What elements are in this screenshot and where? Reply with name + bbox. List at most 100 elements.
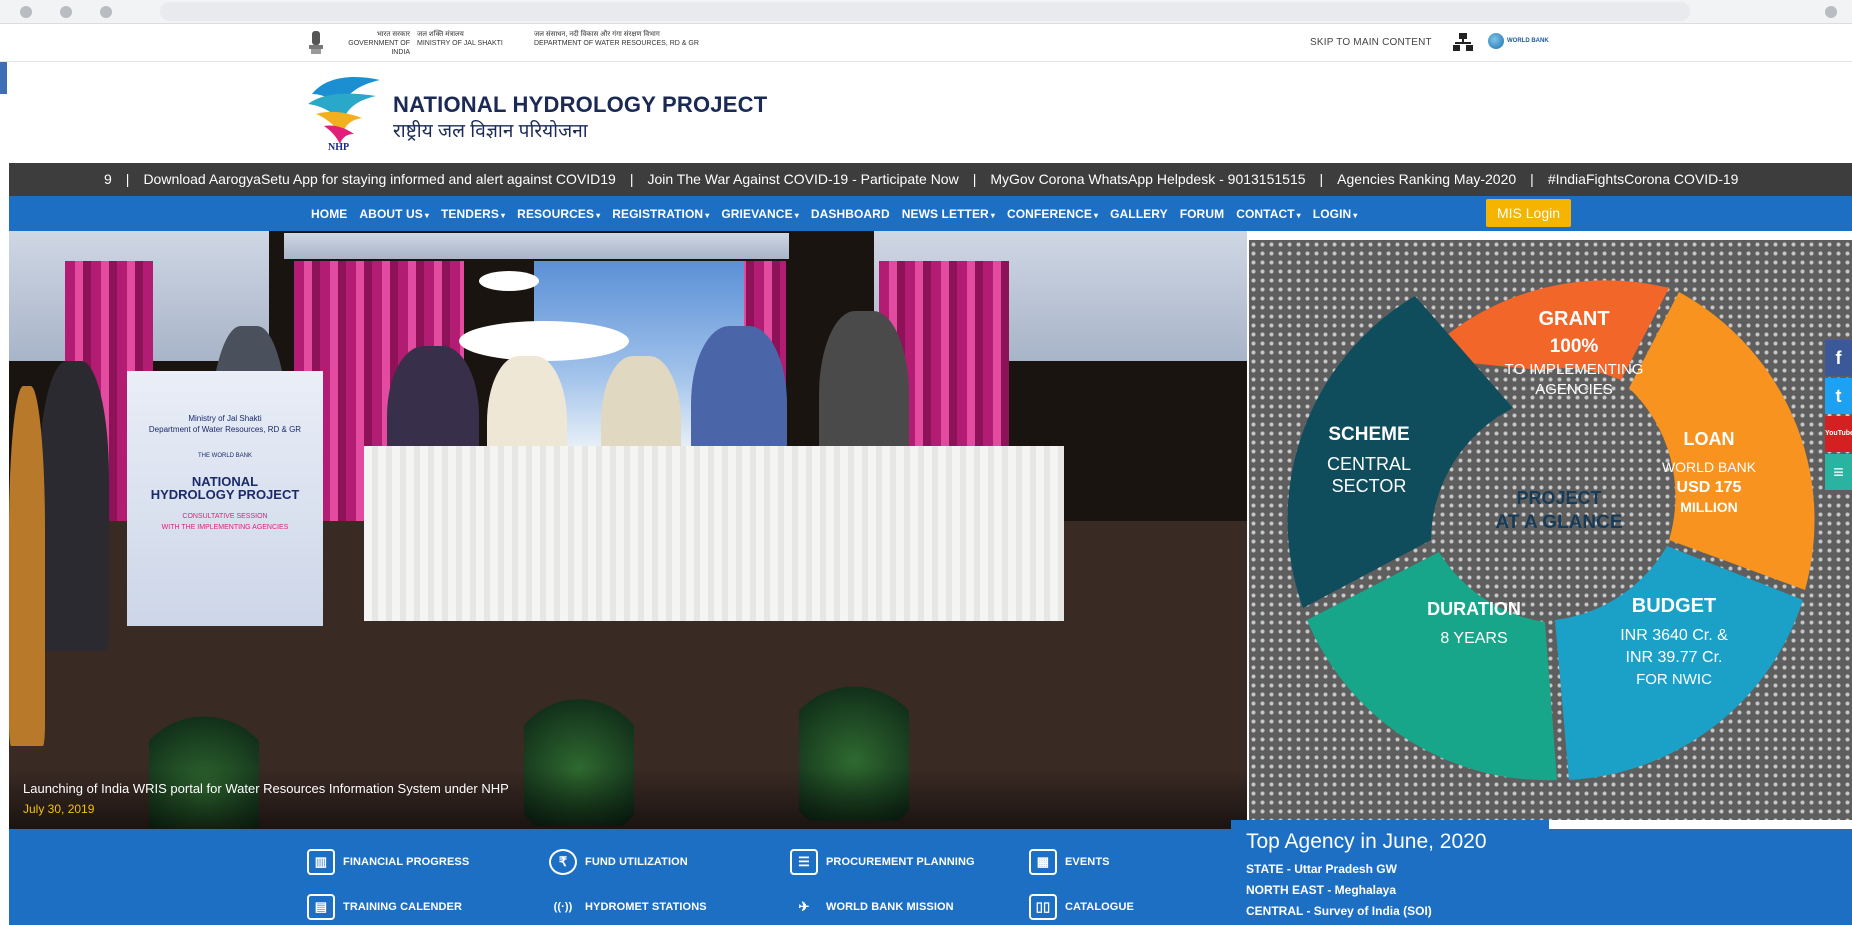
nav-label: REGISTRATION bbox=[612, 206, 704, 221]
catalogue-link[interactable]: ▯▯ CATALOGUE bbox=[1029, 894, 1134, 920]
quick-link-label: PROCUREMENT PLANNING bbox=[826, 856, 975, 868]
nav-conference[interactable]: CONFERENCE ▾ bbox=[1001, 207, 1104, 221]
nav-label: LOGIN bbox=[1312, 206, 1352, 221]
site-header: NHP NATIONAL HYDROLOGY PROJECT राष्ट्रीय… bbox=[0, 62, 1852, 158]
slide-caption-title[interactable]: Launching of India WRIS portal for Water… bbox=[23, 781, 1233, 796]
quick-link-label: HYDROMET STATIONS bbox=[585, 901, 707, 913]
slide-caption: Launching of India WRIS portal for Water… bbox=[9, 768, 1247, 829]
rupee-icon: ₹ bbox=[549, 849, 577, 875]
ticker-separator: | bbox=[125, 171, 130, 187]
handshake-icon: ✈ bbox=[798, 899, 810, 914]
nav-news-letter[interactable]: NEWS LETTER ▾ bbox=[896, 207, 1001, 221]
glance-wheel: GRANT 100% TO IMPLEMENTING AGENCIES LOAN… bbox=[1287, 280, 1815, 781]
globe-icon bbox=[1488, 33, 1504, 49]
chevron-down-icon: ▾ bbox=[794, 210, 799, 220]
ticker-separator: | bbox=[629, 171, 634, 187]
ticker-item[interactable]: MyGov Corona WhatsApp Helpdesk - 9013151… bbox=[990, 171, 1305, 187]
hydromet-stations-link[interactable]: ((·)) HYDROMET STATIONS bbox=[549, 894, 707, 920]
person bbox=[9, 386, 45, 746]
youtube-icon[interactable]: YouTube bbox=[1825, 416, 1852, 452]
nav-tenders[interactable]: TENDERS ▾ bbox=[435, 207, 511, 221]
nav-resources[interactable]: RESOURCES ▾ bbox=[511, 207, 606, 221]
gov-india: भारत सरकार GOVERNMENT OF INDIA bbox=[330, 30, 410, 57]
facebook-icon[interactable]: f bbox=[1825, 340, 1852, 376]
profile-icon[interactable] bbox=[1825, 6, 1837, 18]
nav-gallery[interactable]: GALLERY bbox=[1104, 207, 1174, 221]
project-at-a-glance[interactable]: GRANT 100% TO IMPLEMENTING AGENCIES LOAN… bbox=[1249, 240, 1852, 820]
skip-to-main-content-link[interactable]: SKIP TO MAIN CONTENT bbox=[1310, 37, 1432, 48]
main-navigation: HOME ABOUT US ▾ TENDERS ▾ RESOURCES ▾ REGISTRAT… bbox=[9, 196, 1852, 231]
nav-label: FORUM bbox=[1179, 206, 1225, 221]
projection-screen-center bbox=[284, 233, 789, 259]
loan-line: USD 175 bbox=[1677, 479, 1742, 496]
scheme-line: CENTRAL bbox=[1327, 454, 1411, 474]
back-icon[interactable] bbox=[20, 6, 32, 18]
news-ticker: 9 | Download AarogyaSetu App for staying i… bbox=[9, 163, 1852, 196]
person bbox=[39, 361, 109, 651]
ticker-item[interactable]: Download AarogyaSetu App for staying inf… bbox=[143, 171, 615, 187]
fund-utilization-link[interactable]: ₹ FUND UTILIZATION bbox=[549, 849, 688, 875]
chevron-down-icon: ▾ bbox=[990, 210, 995, 220]
nav-forum[interactable]: FORUM bbox=[1174, 207, 1231, 221]
nav-home[interactable]: HOME bbox=[305, 207, 353, 221]
grant-line: TO IMPLEMENTING bbox=[1505, 361, 1644, 378]
department-en: DEPARTMENT OF WATER RESOURCES, RD & GR bbox=[534, 40, 699, 47]
chevron-down-icon: ▾ bbox=[1296, 210, 1301, 220]
chevron-down-icon: ▾ bbox=[501, 210, 506, 220]
world-bank-logo[interactable]: WORLD BANK bbox=[1488, 33, 1549, 49]
nav-label: ABOUT US bbox=[359, 206, 423, 221]
podium-line: Department of Water Resources, RD & GR bbox=[148, 425, 302, 434]
bar-chart-icon: ▥ bbox=[307, 849, 335, 875]
nav-about-us[interactable]: ABOUT US ▾ bbox=[353, 207, 435, 221]
nav-dashboard[interactable]: DASHBOARD bbox=[805, 207, 896, 221]
top-agency-state[interactable]: STATE - Uttar Pradesh GW bbox=[1246, 862, 1534, 876]
budget-line: INR 39.77 Cr. bbox=[1626, 649, 1723, 666]
grant-line: AGENCIES bbox=[1535, 381, 1613, 398]
podium: Ministry of Jal Shakti Department of Wat… bbox=[127, 371, 323, 626]
site-title: NATIONAL HYDROLOGY PROJECT bbox=[393, 92, 768, 117]
podium-text: Ministry of Jal Shakti Department of Wat… bbox=[127, 371, 323, 533]
ticker-separator: | bbox=[1530, 171, 1534, 187]
address-bar[interactable] bbox=[160, 2, 1690, 21]
social-rail: f t YouTube ≡ bbox=[1825, 340, 1852, 492]
glance-center-text: PROJECT bbox=[1516, 488, 1601, 508]
nav-registration[interactable]: REGISTRATION ▾ bbox=[606, 207, 715, 221]
duration-heading: DURATION bbox=[1427, 599, 1521, 619]
cloud bbox=[479, 271, 539, 291]
sitemap-icon[interactable] bbox=[1452, 31, 1474, 53]
calendar-icon: ▤ bbox=[307, 894, 335, 920]
top-agency-central[interactable]: CENTRAL - Survey of India (SOI) bbox=[1246, 904, 1534, 918]
chevron-down-icon: ▾ bbox=[424, 210, 429, 220]
hero-slide-image[interactable]: Ministry of Jal Shakti Department of Wat… bbox=[9, 231, 1247, 829]
mis-login-button[interactable]: MIS Login bbox=[1486, 199, 1571, 227]
duration-value: 8 YEARS bbox=[1440, 630, 1507, 647]
nav-label: CONTACT bbox=[1236, 206, 1295, 221]
scheme-line: SECTOR bbox=[1332, 476, 1407, 496]
quick-link-label: FINANCIAL PROGRESS bbox=[343, 856, 470, 868]
forward-icon[interactable] bbox=[60, 6, 72, 18]
top-agency-north-east[interactable]: NORTH EAST - Meghalaya bbox=[1246, 883, 1534, 897]
ticker-item[interactable]: Agencies Ranking May-2020 bbox=[1337, 171, 1516, 187]
nhp-logo[interactable]: NHP bbox=[306, 70, 386, 152]
reload-icon[interactable] bbox=[100, 6, 112, 18]
events-link[interactable]: ▦ EVENTS bbox=[1029, 849, 1110, 875]
calendar-check-icon: ▦ bbox=[1029, 849, 1057, 875]
procurement-planning-link[interactable]: ☰ PROCUREMENT PLANNING bbox=[790, 849, 975, 875]
world-bank-mission-link[interactable]: ✈ WORLD BANK MISSION bbox=[790, 894, 954, 920]
financial-progress-link[interactable]: ▥ FINANCIAL PROGRESS bbox=[307, 849, 469, 875]
nav-login[interactable]: LOGIN ▾ bbox=[1307, 207, 1364, 221]
twitter-icon[interactable]: t bbox=[1825, 378, 1852, 414]
newsletter-icon[interactable]: ≡ bbox=[1825, 454, 1852, 490]
nhp-logo-text: NHP bbox=[328, 142, 349, 152]
nav-label: RESOURCES bbox=[517, 206, 595, 221]
ticker-separator: | bbox=[972, 171, 977, 187]
ticker-item[interactable]: #IndiaFightsCorona COVID-19 bbox=[1548, 171, 1739, 187]
budget-heading: BUDGET bbox=[1632, 595, 1716, 617]
nav-grievance[interactable]: GRIEVANCE ▾ bbox=[715, 207, 804, 221]
ticker-item[interactable]: 9 bbox=[104, 171, 112, 187]
nav-contact[interactable]: CONTACT ▾ bbox=[1230, 207, 1307, 221]
nav-label: NEWS LETTER bbox=[901, 206, 989, 221]
top-agency-panel: Top Agency in June, 2020 STATE - Uttar P… bbox=[1231, 820, 1549, 925]
ticker-item[interactable]: Join The War Against COVID-19 - Particip… bbox=[647, 171, 958, 187]
training-calender-link[interactable]: ▤ TRAINING CALENDER bbox=[307, 894, 462, 920]
